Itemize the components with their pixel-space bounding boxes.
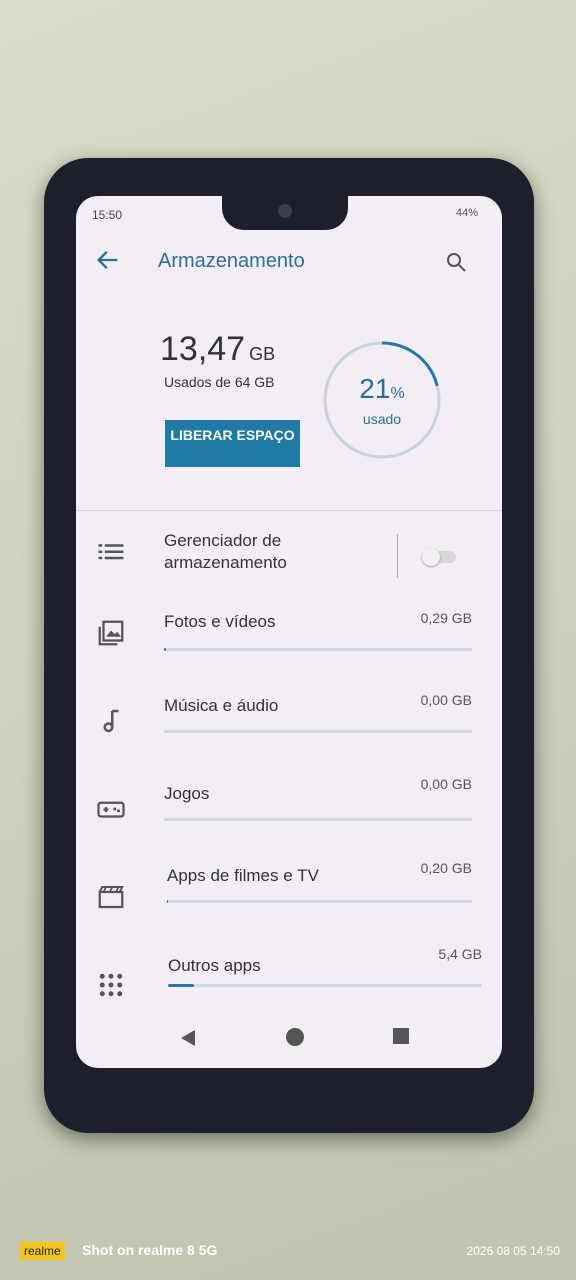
category-row-photos[interactable]: Fotos e vídeos 0,29 GB <box>76 600 502 660</box>
category-row-games[interactable]: Jogos 0,00 GB <box>76 774 502 834</box>
nav-recents-icon[interactable] <box>393 1028 409 1044</box>
usage-label: usado <box>362 411 402 427</box>
usage-percent: 21% <box>321 373 443 405</box>
category-usage-fill <box>164 648 166 651</box>
storage-manager-row[interactable]: Gerenciador de armazenamento <box>76 526 502 586</box>
nav-home-icon[interactable] <box>286 1028 304 1046</box>
apps-grid-icon <box>99 973 123 997</box>
nav-back-icon[interactable] <box>179 1028 197 1048</box>
music-icon <box>103 709 119 733</box>
section-divider <box>76 510 502 511</box>
camera-watermark: realme Shot on realme 8 5G 2026 08 05 14… <box>20 1242 560 1262</box>
status-time: 15:50 <box>92 208 123 222</box>
toggle-knob <box>422 548 440 566</box>
page-title: Armazenamento <box>158 250 305 272</box>
photo-icon <box>98 620 124 646</box>
app-bar: Armazenamento <box>76 240 502 284</box>
free-space-button[interactable]: LIBERAR ESPAÇO <box>165 420 300 467</box>
storage-manager-label: Gerenciador de armazenamento <box>164 531 287 572</box>
status-battery: 44% <box>455 207 478 219</box>
category-usage-fill <box>168 984 195 987</box>
category-size: 5,4 GB <box>438 946 482 962</box>
usage-percent-value: 21 <box>359 373 391 404</box>
category-usage-bar <box>168 984 482 987</box>
usage-ring: 21% usado <box>321 339 443 461</box>
category-usage-bar <box>164 818 472 821</box>
camera-notch <box>222 196 348 230</box>
gamepad-icon <box>97 801 125 818</box>
used-storage-total: 13,47 GB <box>160 330 275 369</box>
category-size: 0,20 GB <box>420 860 472 876</box>
movie-icon <box>98 886 124 909</box>
category-size: 0,00 GB <box>420 692 472 708</box>
used-value: 13,47 <box>160 330 246 368</box>
category-usage-bar <box>164 648 472 651</box>
front-camera <box>278 204 292 218</box>
category-usage-bar <box>167 900 472 903</box>
usage-percent-sign: % <box>390 385 405 402</box>
category-row-music[interactable]: Música e áudio 0,00 GB <box>76 686 502 746</box>
vertical-separator <box>397 534 398 578</box>
used-of-capacity: Usados de 64 GB <box>164 374 275 390</box>
navigation-bar <box>76 1014 502 1068</box>
category-name: Música e áudio <box>164 696 279 715</box>
category-row-other-apps[interactable]: Outros apps 5,4 GB <box>76 946 502 1006</box>
category-usage-fill <box>167 900 168 903</box>
category-name: Jogos <box>164 784 210 803</box>
category-size: 0,29 GB <box>420 610 472 626</box>
phone-screen: 15:50 44% Armazenamento 13,47 GB Usados d… <box>76 196 502 1068</box>
search-icon[interactable] <box>444 250 468 274</box>
storage-manager-toggle[interactable] <box>422 548 458 566</box>
watermark-brand: realme <box>20 1242 65 1260</box>
category-name: Apps de filmes e TV <box>167 866 319 885</box>
category-row-movies[interactable]: Apps de filmes e TV 0,20 GB <box>76 860 502 920</box>
watermark-date: 2026 08 05 14:50 <box>466 1244 560 1258</box>
category-name: Outros apps <box>168 956 261 975</box>
used-unit: GB <box>249 344 276 364</box>
category-name: Fotos e vídeos <box>164 612 276 631</box>
category-size: 0,00 GB <box>420 776 472 792</box>
category-usage-bar <box>164 730 472 733</box>
back-arrow-icon[interactable] <box>94 246 122 274</box>
watermark-text: Shot on realme 8 5G <box>82 1242 218 1258</box>
storage-manager-icon <box>98 544 124 560</box>
